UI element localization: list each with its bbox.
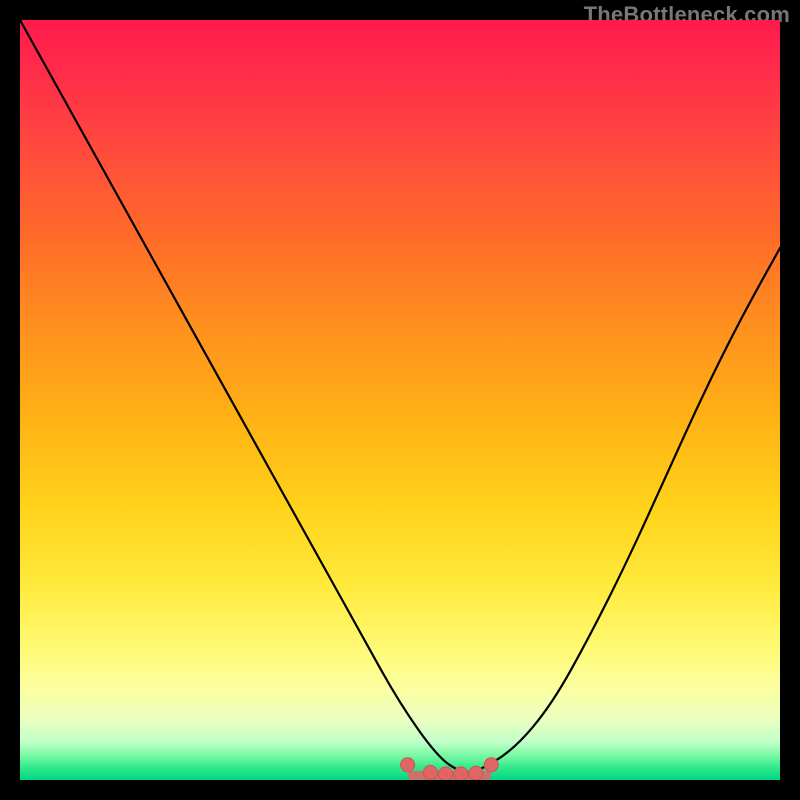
plot-area: [20, 20, 780, 780]
bottleneck-curve-svg: [20, 20, 780, 780]
valley-marker: [439, 767, 453, 780]
valley-marker: [484, 758, 498, 772]
valley-marker: [401, 758, 415, 772]
chart-stage: TheBottleneck.com: [0, 0, 800, 800]
valley-marker: [469, 766, 483, 780]
valley-marker: [423, 765, 437, 779]
bottleneck-curve-path: [20, 20, 780, 772]
valley-marker: [454, 767, 468, 780]
valley-markers-group: [401, 758, 499, 780]
